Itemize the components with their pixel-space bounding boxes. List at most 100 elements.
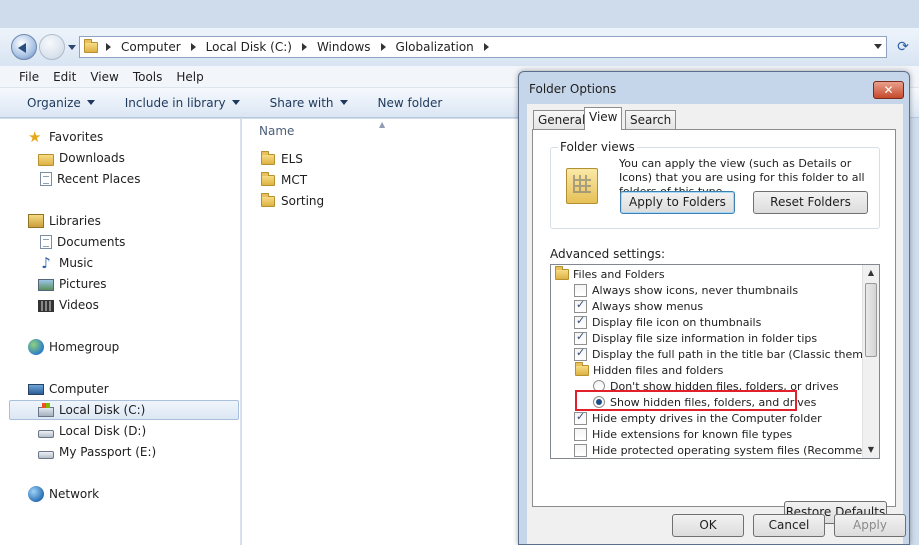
- folder-icon: [84, 38, 98, 53]
- checkbox[interactable]: [574, 330, 587, 345]
- checkbox[interactable]: [574, 314, 587, 329]
- organize-button[interactable]: Organize: [27, 96, 95, 110]
- nav-homegroup[interactable]: Homegroup: [28, 337, 119, 357]
- picture-icon: [38, 279, 54, 291]
- refresh-icon[interactable]: ⟳: [893, 37, 913, 57]
- checkbox[interactable]: [574, 346, 587, 361]
- setting-label: Files and Folders: [573, 267, 665, 281]
- recent-pages-dropdown-icon[interactable]: [68, 45, 76, 54]
- address-row: Computer Local Disk (C:) Windows Globali…: [0, 28, 919, 66]
- scroll-down-icon[interactable]: ▼: [863, 442, 879, 458]
- list-item[interactable]: ELS: [261, 149, 303, 169]
- nav-local-disk-c[interactable]: Local Disk (C:): [9, 400, 239, 420]
- nav-local-disk-d[interactable]: Local Disk (D:): [38, 421, 146, 441]
- setting-display-file-icon[interactable]: Display file icon on thumbnails: [574, 314, 761, 330]
- scroll-thumb[interactable]: [865, 283, 877, 357]
- checkbox[interactable]: [574, 427, 587, 441]
- cancel-button[interactable]: Cancel: [753, 514, 825, 537]
- nav-computer[interactable]: Computer: [28, 379, 109, 399]
- breadcrumb-arrow-icon[interactable]: [190, 43, 200, 51]
- setting-always-show-icons[interactable]: Always show icons, never thumbnails: [574, 282, 798, 298]
- menu-help[interactable]: Help: [176, 70, 203, 84]
- checkbox[interactable]: [574, 410, 587, 425]
- folder-icon: [261, 150, 275, 165]
- recent-places-icon: [40, 172, 52, 186]
- tab-search[interactable]: Search: [625, 110, 677, 129]
- ok-button[interactable]: OK: [672, 514, 744, 537]
- share-with-button[interactable]: Share with: [270, 96, 348, 110]
- document-icon: [40, 235, 52, 249]
- navigation-pane: ★ Favorites Downloads Recent Places Libra…: [0, 119, 241, 545]
- breadcrumb-arrow-icon[interactable]: [301, 43, 311, 51]
- nav-favorites[interactable]: ★ Favorites: [28, 127, 103, 147]
- nav-label: Documents: [57, 235, 126, 249]
- breadcrumb-computer[interactable]: Computer: [121, 40, 181, 54]
- tab-general[interactable]: General: [533, 110, 591, 129]
- folder-icon: [261, 192, 275, 207]
- apply-button[interactable]: Apply: [834, 514, 906, 537]
- file-name: Sorting: [281, 194, 325, 208]
- nav-music[interactable]: ♪ Music: [38, 253, 93, 273]
- advanced-settings-label: Advanced settings:: [550, 247, 665, 261]
- setting-label: Always show menus: [592, 299, 704, 313]
- view-tab-panel: Folder views You can apply the view (suc…: [532, 129, 896, 524]
- drive-icon: [38, 450, 54, 459]
- nav-network[interactable]: Network: [28, 484, 99, 504]
- reset-folders-button[interactable]: Reset Folders: [753, 191, 868, 214]
- nav-my-passport[interactable]: My Passport (E:): [38, 442, 156, 462]
- apply-to-folders-button[interactable]: Apply to Folders: [620, 191, 735, 214]
- tab-view[interactable]: View: [584, 107, 623, 130]
- breadcrumb-arrow-icon[interactable]: [483, 43, 493, 51]
- setting-display-file-size[interactable]: Display file size information in folder …: [574, 330, 817, 346]
- nav-documents[interactable]: Documents: [38, 232, 125, 252]
- checkbox[interactable]: [574, 283, 587, 297]
- column-header-name[interactable]: Name: [259, 124, 294, 138]
- folder-views-legend: Folder views: [558, 140, 637, 154]
- folder-views-icon: [566, 168, 598, 204]
- setting-label: Display file size information in folder …: [592, 331, 818, 345]
- address-dropdown-icon[interactable]: [874, 44, 882, 53]
- nav-downloads[interactable]: Downloads: [38, 148, 125, 168]
- nav-videos[interactable]: Videos: [38, 295, 99, 315]
- menu-view[interactable]: View: [90, 70, 118, 84]
- nav-label: Homegroup: [49, 340, 120, 354]
- highlight-annotation: [575, 390, 797, 411]
- close-button[interactable]: ✕: [873, 81, 904, 99]
- libraries-icon: [28, 214, 44, 228]
- breadcrumb-local-disk[interactable]: Local Disk (C:): [206, 40, 292, 54]
- downloads-folder-icon: [38, 153, 54, 166]
- breadcrumb-arrow-icon[interactable]: [380, 43, 390, 51]
- nav-recent-places[interactable]: Recent Places: [38, 169, 140, 189]
- setting-hide-protected-files[interactable]: Hide protected operating system files (R…: [574, 442, 879, 458]
- new-folder-button[interactable]: New folder: [378, 96, 443, 110]
- menu-tools[interactable]: Tools: [133, 70, 163, 84]
- breadcrumb-arrow-icon[interactable]: [106, 43, 115, 51]
- forward-button[interactable]: [39, 34, 65, 60]
- menu-edit[interactable]: Edit: [53, 70, 76, 84]
- chevron-down-icon: [231, 100, 240, 109]
- nav-label: Music: [59, 256, 94, 270]
- list-item[interactable]: Sorting: [261, 191, 324, 211]
- setting-label: Hidden files and folders: [593, 363, 724, 377]
- music-note-icon: ♪: [41, 254, 51, 272]
- checkbox[interactable]: [574, 298, 587, 313]
- setting-hide-extensions[interactable]: Hide extensions for known file types: [574, 426, 792, 442]
- address-bar[interactable]: Computer Local Disk (C:) Windows Globali…: [79, 36, 887, 58]
- setting-always-show-menus[interactable]: Always show menus: [574, 298, 703, 314]
- tree-node-hidden-files: Hidden files and folders: [575, 361, 724, 378]
- menu-file[interactable]: File: [19, 70, 39, 84]
- back-button[interactable]: [11, 34, 37, 60]
- scrollbar[interactable]: ▲ ▼: [862, 265, 879, 458]
- setting-display-full-path[interactable]: Display the full path in the title bar (…: [574, 346, 879, 362]
- breadcrumb-windows[interactable]: Windows: [317, 40, 371, 54]
- list-item[interactable]: MCT: [261, 170, 307, 190]
- homegroup-icon: [28, 339, 44, 355]
- nav-libraries[interactable]: Libraries: [28, 211, 101, 231]
- scroll-up-icon[interactable]: ▲: [863, 265, 879, 281]
- breadcrumb-globalization[interactable]: Globalization: [396, 40, 474, 54]
- nav-pictures[interactable]: Pictures: [38, 274, 107, 294]
- include-in-library-button[interactable]: Include in library: [125, 96, 240, 110]
- checkbox[interactable]: [574, 443, 587, 457]
- setting-hide-empty-drives[interactable]: Hide empty drives in the Computer folder: [574, 410, 822, 426]
- file-name: ELS: [281, 152, 303, 166]
